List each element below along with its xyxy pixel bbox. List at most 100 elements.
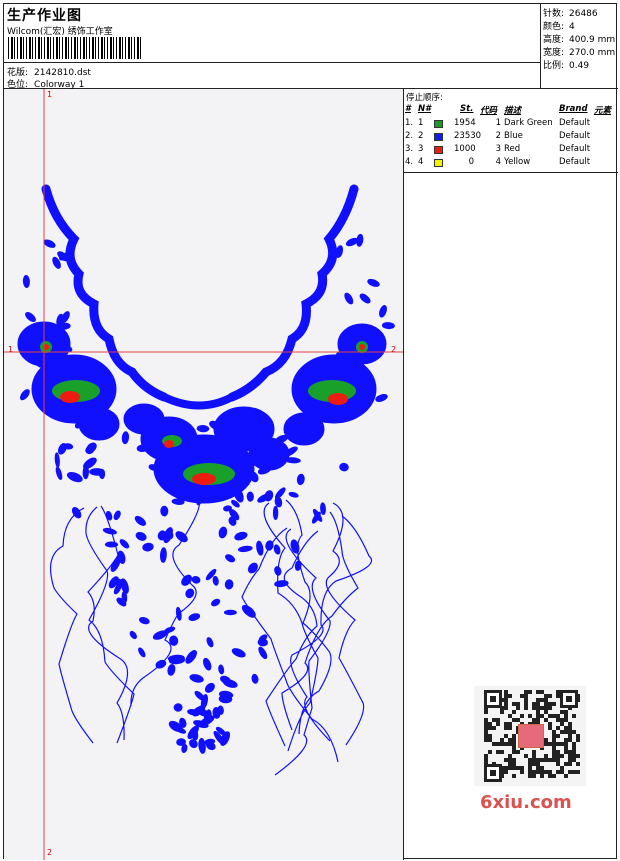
qr-module — [548, 714, 552, 718]
qr-module — [564, 726, 568, 730]
qr-module — [528, 690, 532, 694]
qr-module — [484, 722, 488, 726]
qr-module — [564, 710, 568, 714]
qr-module — [512, 742, 516, 746]
qr-module — [484, 758, 488, 762]
qr-module — [524, 690, 528, 694]
qr-module — [508, 762, 512, 766]
qr-module — [548, 726, 552, 730]
barcode — [8, 37, 142, 59]
qr-module — [520, 714, 524, 718]
qr-module — [508, 726, 512, 730]
leaf — [89, 468, 105, 476]
leaf — [134, 515, 147, 526]
color-swatch — [434, 120, 443, 128]
qr-module — [564, 730, 568, 734]
col-header-element: 元素 — [594, 106, 612, 116]
qr-module — [504, 742, 508, 746]
qr-module — [564, 738, 568, 742]
stop-sequence-header: # N# St. 代码 描述 Brand 元素 — [404, 104, 618, 116]
qr-module — [532, 758, 536, 762]
qr-module — [516, 706, 520, 710]
qr-module — [512, 746, 516, 750]
row-stitches: 23530 — [454, 131, 482, 141]
leaf — [296, 473, 305, 486]
qr-module — [544, 738, 548, 742]
qr-module — [500, 750, 504, 754]
qr-module — [504, 758, 508, 762]
qr-module — [488, 750, 492, 754]
leaf — [210, 598, 221, 607]
row-code: 4 — [495, 157, 501, 167]
qr-module — [528, 758, 532, 762]
qr-module — [540, 698, 544, 702]
col-header-description: 描述 — [504, 106, 522, 116]
qr-module — [516, 702, 520, 706]
leaf — [320, 502, 326, 515]
row-code: 1 — [495, 118, 501, 128]
leaf — [138, 647, 146, 658]
leaf — [20, 389, 30, 401]
qr-module — [556, 726, 560, 730]
spec-height: 高度: 400.9 mm — [543, 32, 615, 45]
leaf — [218, 664, 225, 675]
qr-module — [556, 770, 560, 774]
qr-module — [564, 742, 568, 746]
spec-label: 高度: — [543, 35, 565, 45]
qr-module — [484, 718, 488, 722]
qr-module — [484, 738, 488, 742]
spec-width: 宽度: 270.0 mm — [543, 45, 615, 58]
leaf — [171, 498, 185, 505]
qr-module — [484, 710, 488, 714]
qr-module — [532, 706, 536, 710]
leaf — [185, 588, 195, 599]
row-brand: Default — [559, 131, 591, 141]
qr-module — [544, 702, 548, 706]
stop-sequence-row: 4. 4 0 4 Yellow Default — [404, 157, 618, 169]
qr-module — [504, 694, 508, 698]
qr-module — [544, 694, 548, 698]
qr-module — [532, 770, 536, 774]
leaf — [189, 674, 204, 683]
qr-module — [488, 734, 492, 738]
qr-module — [548, 774, 552, 778]
qr-module — [520, 766, 524, 770]
row-description: Dark Green — [504, 118, 553, 128]
leaf — [113, 510, 121, 521]
qr-module — [544, 706, 548, 710]
leaf — [22, 275, 30, 288]
leaf — [251, 673, 259, 684]
stop-sequence-row: 2. 2 23530 2 Blue Default — [404, 131, 618, 143]
leaf — [256, 540, 264, 556]
qr-module — [544, 770, 548, 774]
qr-module — [524, 698, 528, 702]
leaf — [189, 739, 198, 749]
leaf — [375, 394, 388, 402]
qr-module — [492, 718, 496, 722]
qr-module — [548, 722, 552, 726]
qr-module — [528, 774, 532, 778]
qr-module — [560, 710, 564, 714]
qr-module — [572, 770, 576, 774]
qr-module — [564, 746, 568, 750]
qr-module — [508, 754, 512, 758]
qr-module — [504, 766, 508, 770]
qr-module — [524, 694, 528, 698]
qr-module — [544, 758, 548, 762]
qr-module — [484, 726, 488, 730]
qr-module — [508, 766, 512, 770]
watermark-stamp — [518, 724, 544, 748]
axis-label-bottom: 2 — [47, 848, 53, 857]
leaf — [247, 562, 258, 574]
qr-module — [552, 742, 556, 746]
qr-module — [572, 714, 576, 718]
spec-scale: 比例: 0.49 — [543, 58, 589, 71]
row-brand: Default — [559, 118, 591, 128]
qr-module — [552, 750, 556, 754]
leaf — [159, 547, 167, 563]
leaf — [212, 575, 219, 586]
qr-module — [552, 738, 556, 742]
qr-module — [528, 762, 532, 766]
spec-panel: 针数: 26486 颜色: 4 高度: 400.9 mm 宽度: 270.0 mm 比例… — [541, 4, 618, 89]
qr-module — [544, 698, 548, 702]
